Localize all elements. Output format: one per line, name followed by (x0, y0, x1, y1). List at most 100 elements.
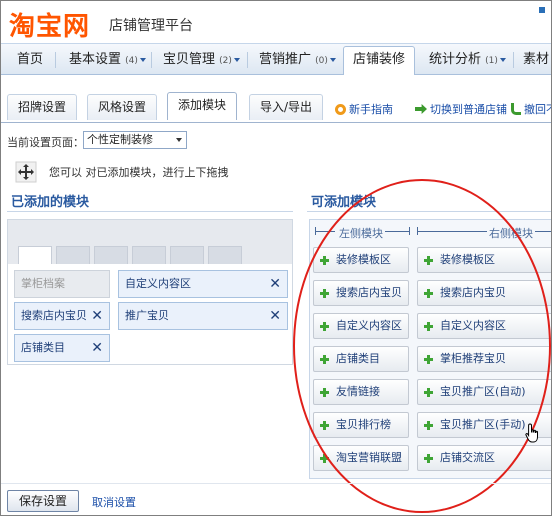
preview-tab (170, 246, 204, 264)
current-page-select[interactable]: 个性定制装修 (83, 131, 187, 149)
chevron-down-icon (139, 57, 146, 62)
plus-icon (424, 388, 433, 397)
chevron-down-icon (499, 57, 506, 62)
taobao-logo[interactable]: 淘宝网 (9, 6, 90, 43)
nav-item-item-management[interactable]: 宝贝管理 (2) (163, 44, 240, 75)
added-module-search-items[interactable]: 搜索店内宝贝 ✕ (14, 302, 110, 330)
layout-preview-header (8, 220, 292, 264)
add-button-label: 掌柜推荐宝贝 (440, 352, 506, 365)
tab-add-modules[interactable]: 添加模块 (167, 92, 238, 120)
nav-item-label: 统计分析 (429, 52, 482, 67)
section-divider (7, 211, 293, 212)
added-module-shopkeeper-profile: 掌柜档案 (14, 270, 110, 298)
nav-item-store-decoration[interactable]: 店铺装修 (353, 44, 405, 75)
main-nav: 首页 基本设置 (4) 宝贝管理 (2) 营销推广 (0) 店铺装修 统计分析 … (1, 43, 551, 76)
nav-item-marketing[interactable]: 营销推广 (0) (259, 44, 336, 75)
chevron-down-icon (176, 138, 182, 142)
tab-style-settings[interactable]: 风格设置 (87, 94, 158, 120)
preview-tab (18, 246, 52, 264)
nav-item-materials[interactable]: 素材 (523, 44, 549, 75)
nav-divider (151, 52, 152, 68)
add-button-label: 自定义内容区 (440, 319, 506, 332)
preview-tab (56, 246, 90, 264)
nav-item-label: 基本设置 (69, 52, 122, 67)
remove-icon[interactable]: ✕ (91, 335, 103, 361)
nav-divider (55, 52, 56, 68)
preview-tab (208, 246, 242, 264)
nav-item-label: 宝贝管理 (163, 52, 216, 67)
add-left-friend-links-button[interactable]: 友情链接 (313, 379, 409, 405)
nav-item-label: 素材 (523, 52, 550, 67)
add-right-search-items-button[interactable]: 搜索店内宝贝 (417, 280, 551, 306)
drag-hint-text: 您可以 对已添加模块，进行上下拖拽 (49, 166, 229, 179)
add-button-label: 搜索店内宝贝 (336, 286, 402, 299)
add-right-template-area-button[interactable]: 装修模板区 (417, 247, 551, 273)
nav-item-statistics[interactable]: 统计分析 (1) (429, 44, 506, 75)
beginner-guide-label: 新手指南 (349, 103, 393, 116)
lifebuoy-icon (335, 104, 346, 115)
add-left-search-items-button[interactable]: 搜索店内宝贝 (313, 280, 409, 306)
nav-item-basic-settings[interactable]: 基本设置 (4) (69, 44, 146, 75)
add-left-item-ranking-button[interactable]: 宝贝排行榜 (313, 412, 409, 438)
tab-import-export[interactable]: 导入/导出 (249, 94, 324, 120)
remove-icon[interactable]: ✕ (269, 271, 281, 297)
add-left-template-area-button[interactable]: 装修模板区 (313, 247, 409, 273)
module-label: 推广宝贝 (125, 309, 169, 322)
plus-icon (424, 421, 433, 430)
add-button-label: 淘宝营销联盟 (336, 451, 402, 464)
undo-link[interactable]: 撤回不 (511, 101, 551, 117)
header: 淘宝网 店铺管理平台 (1, 1, 551, 43)
chevron-down-icon (329, 57, 336, 62)
switch-normal-store-link[interactable]: 切换到普通店铺 (415, 101, 507, 117)
chevron-down-icon (233, 57, 240, 62)
preview-tab (94, 246, 128, 264)
nav-divider (513, 52, 514, 68)
tab-signboard-settings[interactable]: 招牌设置 (7, 94, 78, 120)
plus-icon (424, 355, 433, 364)
remove-icon[interactable]: ✕ (91, 303, 103, 329)
save-settings-button[interactable]: 保存设置 (7, 490, 79, 512)
add-left-custom-content-button[interactable]: 自定义内容区 (313, 313, 409, 339)
added-module-custom-content[interactable]: 自定义内容区 ✕ (118, 270, 288, 298)
add-right-promo-auto-button[interactable]: 宝贝推广区(自动) (417, 379, 551, 405)
remove-icon[interactable]: ✕ (269, 303, 281, 329)
nav-item-count: (2) (219, 56, 232, 66)
column-bracket-line (315, 231, 335, 232)
add-button-label: 搜索店内宝贝 (440, 286, 506, 299)
add-left-store-categories-button[interactable]: 店铺类目 (313, 346, 409, 372)
arrow-right-icon (415, 104, 427, 114)
plus-icon (320, 256, 329, 265)
drag-move-icon (15, 161, 37, 183)
plus-icon (320, 454, 329, 463)
undo-label: 撤回不 (524, 103, 551, 116)
add-button-label: 自定义内容区 (336, 319, 402, 332)
platform-title: 店铺管理平台 (109, 18, 193, 34)
corner-marker-icon (539, 7, 545, 13)
sub-tab-bar: 招牌设置 风格设置 添加模块 导入/导出 新手指南 切换到普通店铺 撤回不 (1, 75, 551, 123)
nav-item-label: 首页 (17, 52, 44, 67)
add-left-taobao-alliance-button[interactable]: 淘宝营销联盟 (313, 445, 409, 471)
preview-tab (132, 246, 166, 264)
nav-item-home[interactable]: 首页 (17, 44, 43, 75)
module-label: 搜索店内宝贝 (21, 309, 87, 322)
module-label: 掌柜档案 (21, 277, 65, 290)
hand-cursor-icon (525, 423, 538, 443)
column-bracket-tick (409, 227, 410, 235)
add-right-recommended-items-button[interactable]: 掌柜推荐宝贝 (417, 346, 551, 372)
nav-item-count: (1) (485, 56, 498, 66)
add-right-custom-content-button[interactable]: 自定义内容区 (417, 313, 551, 339)
cancel-settings-link[interactable]: 取消设置 (92, 494, 136, 510)
beginner-guide-link[interactable]: 新手指南 (335, 101, 393, 117)
plus-icon (424, 256, 433, 265)
plus-icon (320, 388, 329, 397)
added-module-store-categories[interactable]: 店铺类目 ✕ (14, 334, 110, 362)
add-button-label: 装修模板区 (336, 253, 391, 266)
add-right-store-community-button[interactable]: 店铺交流区 (417, 445, 551, 471)
added-modules-title: 已添加的模块 (11, 195, 90, 210)
switch-normal-store-label: 切换到普通店铺 (430, 103, 507, 116)
plus-icon (424, 322, 433, 331)
add-button-label: 宝贝推广区(自动) (440, 385, 526, 398)
current-page-label: 当前设置页面： (7, 136, 84, 149)
added-module-promoted-items[interactable]: 推广宝贝 ✕ (118, 302, 288, 330)
addable-modules-title: 可添加模块 (311, 195, 377, 210)
